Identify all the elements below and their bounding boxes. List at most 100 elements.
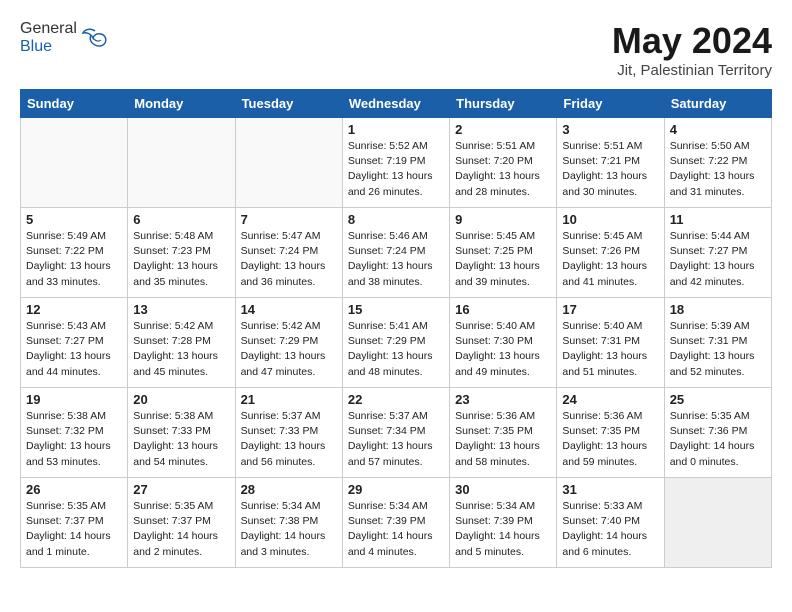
day-number: 20 [133, 392, 229, 407]
title-block: May 2024 Jit, Palestinian Territory [612, 20, 772, 79]
location-text: Jit, Palestinian Territory [612, 62, 772, 79]
calendar-body: 1 Sunrise: 5:52 AM Sunset: 7:19 PM Daylig… [21, 118, 772, 568]
weekday-header-row: SundayMondayTuesdayWednesdayThursdayFrid… [21, 90, 772, 118]
month-title: May 2024 [612, 20, 772, 62]
cell-info: Sunrise: 5:37 AM Sunset: 7:33 PM Dayligh… [241, 409, 337, 470]
calendar-week-row: 26Sunrise: 5:35 AM Sunset: 7:37 PM Dayli… [21, 478, 772, 568]
weekday-header-friday: Friday [557, 90, 664, 118]
calendar-cell: 16Sunrise: 5:40 AM Sunset: 7:30 PM Dayli… [450, 298, 557, 388]
day-number: 31 [562, 482, 658, 497]
cell-info: Sunrise: 5:40 AM Sunset: 7:31 PM Dayligh… [562, 319, 658, 380]
day-number: 15 [348, 302, 444, 317]
cell-info: Sunrise: 5:45 AM Sunset: 7:25 PM Dayligh… [455, 229, 551, 290]
cell-info: Sunrise: 5:39 AM Sunset: 7:31 PM Dayligh… [670, 319, 766, 380]
day-number: 25 [670, 392, 766, 407]
day-number: 21 [241, 392, 337, 407]
page-header: General Blue May 2024 Jit, Palestinian T… [20, 20, 772, 79]
calendar-cell: 19Sunrise: 5:38 AM Sunset: 7:32 PM Dayli… [21, 388, 128, 478]
cell-info: Sunrise: 5:33 AM Sunset: 7:40 PM Dayligh… [562, 499, 658, 560]
cell-info: Sunrise: 5:42 AM Sunset: 7:29 PM Dayligh… [241, 319, 337, 380]
cell-info: Sunrise: 5:36 AM Sunset: 7:35 PM Dayligh… [562, 409, 658, 470]
calendar-cell: 29 Sunrise: 5:34 AM Sunset: 7:39 PM Dayli… [342, 478, 449, 568]
cell-info: Sunrise: 5:47 AM Sunset: 7:24 PM Dayligh… [241, 229, 337, 290]
day-number: 18 [670, 302, 766, 317]
day-number: 22 [348, 392, 444, 407]
cell-info: Sunrise: 5:44 AM Sunset: 7:27 PM Dayligh… [670, 229, 766, 290]
calendar-cell [235, 118, 342, 208]
cell-info: Sunrise: 5:49 AM Sunset: 7:22 PM Dayligh… [26, 229, 122, 290]
calendar-cell: 28 Sunrise: 5:34 AM Sunset: 7:38 PM Dayli… [235, 478, 342, 568]
cell-info: Sunrise: 5:34 AM Sunset: 7:39 PM Dayligh… [455, 499, 551, 560]
calendar-cell: 6 Sunrise: 5:48 AM Sunset: 7:23 PM Daylig… [128, 208, 235, 298]
cell-info: Sunrise: 5:35 AM Sunset: 7:37 PM Dayligh… [133, 499, 229, 560]
calendar-cell: 12 Sunrise: 5:43 AM Sunset: 7:27 PM Dayli… [21, 298, 128, 388]
day-number: 30 [455, 482, 551, 497]
calendar-cell [664, 478, 771, 568]
cell-info: Sunrise: 5:48 AM Sunset: 7:23 PM Dayligh… [133, 229, 229, 290]
calendar-cell: 26Sunrise: 5:35 AM Sunset: 7:37 PM Dayli… [21, 478, 128, 568]
cell-info: Sunrise: 5:50 AM Sunset: 7:22 PM Dayligh… [670, 139, 766, 200]
calendar-cell: 9Sunrise: 5:45 AM Sunset: 7:25 PM Daylig… [450, 208, 557, 298]
day-number: 24 [562, 392, 658, 407]
cell-info: Sunrise: 5:34 AM Sunset: 7:39 PM Dayligh… [348, 499, 444, 560]
calendar-cell [21, 118, 128, 208]
day-number: 11 [670, 212, 766, 227]
cell-info: Sunrise: 5:38 AM Sunset: 7:32 PM Dayligh… [26, 409, 122, 470]
calendar-cell: 21 Sunrise: 5:37 AM Sunset: 7:33 PM Dayli… [235, 388, 342, 478]
calendar-cell [128, 118, 235, 208]
logo-bird-icon [81, 27, 109, 49]
weekday-header-tuesday: Tuesday [235, 90, 342, 118]
cell-info: Sunrise: 5:34 AM Sunset: 7:38 PM Dayligh… [241, 499, 337, 560]
cell-info: Sunrise: 5:52 AM Sunset: 7:19 PM Dayligh… [348, 139, 444, 200]
cell-info: Sunrise: 5:46 AM Sunset: 7:24 PM Dayligh… [348, 229, 444, 290]
calendar-cell: 8 Sunrise: 5:46 AM Sunset: 7:24 PM Daylig… [342, 208, 449, 298]
day-number: 4 [670, 122, 766, 137]
calendar-cell: 27Sunrise: 5:35 AM Sunset: 7:37 PM Dayli… [128, 478, 235, 568]
day-number: 8 [348, 212, 444, 227]
cell-info: Sunrise: 5:35 AM Sunset: 7:36 PM Dayligh… [670, 409, 766, 470]
calendar-week-row: 5 Sunrise: 5:49 AM Sunset: 7:22 PM Daylig… [21, 208, 772, 298]
calendar-table: SundayMondayTuesdayWednesdayThursdayFrid… [20, 89, 772, 568]
calendar-cell: 3Sunrise: 5:51 AM Sunset: 7:21 PM Daylig… [557, 118, 664, 208]
cell-info: Sunrise: 5:43 AM Sunset: 7:27 PM Dayligh… [26, 319, 122, 380]
weekday-header-thursday: Thursday [450, 90, 557, 118]
calendar-cell: 4 Sunrise: 5:50 AM Sunset: 7:22 PM Daylig… [664, 118, 771, 208]
logo: General Blue [20, 20, 109, 56]
day-number: 29 [348, 482, 444, 497]
calendar-week-row: 19Sunrise: 5:38 AM Sunset: 7:32 PM Dayli… [21, 388, 772, 478]
calendar-cell: 1 Sunrise: 5:52 AM Sunset: 7:19 PM Daylig… [342, 118, 449, 208]
calendar-cell: 7Sunrise: 5:47 AM Sunset: 7:24 PM Daylig… [235, 208, 342, 298]
calendar-cell: 14Sunrise: 5:42 AM Sunset: 7:29 PM Dayli… [235, 298, 342, 388]
cell-info: Sunrise: 5:45 AM Sunset: 7:26 PM Dayligh… [562, 229, 658, 290]
cell-info: Sunrise: 5:35 AM Sunset: 7:37 PM Dayligh… [26, 499, 122, 560]
calendar-cell: 11 Sunrise: 5:44 AM Sunset: 7:27 PM Dayli… [664, 208, 771, 298]
calendar-cell: 25 Sunrise: 5:35 AM Sunset: 7:36 PM Dayli… [664, 388, 771, 478]
calendar-cell: 17 Sunrise: 5:40 AM Sunset: 7:31 PM Dayli… [557, 298, 664, 388]
day-number: 6 [133, 212, 229, 227]
cell-info: Sunrise: 5:41 AM Sunset: 7:29 PM Dayligh… [348, 319, 444, 380]
calendar-week-row: 12 Sunrise: 5:43 AM Sunset: 7:27 PM Dayli… [21, 298, 772, 388]
calendar-cell: 23 Sunrise: 5:36 AM Sunset: 7:35 PM Dayli… [450, 388, 557, 478]
day-number: 17 [562, 302, 658, 317]
cell-info: Sunrise: 5:36 AM Sunset: 7:35 PM Dayligh… [455, 409, 551, 470]
cell-info: Sunrise: 5:40 AM Sunset: 7:30 PM Dayligh… [455, 319, 551, 380]
calendar-cell: 13 Sunrise: 5:42 AM Sunset: 7:28 PM Dayli… [128, 298, 235, 388]
calendar-cell: 15 Sunrise: 5:41 AM Sunset: 7:29 PM Dayli… [342, 298, 449, 388]
day-number: 13 [133, 302, 229, 317]
day-number: 12 [26, 302, 122, 317]
day-number: 5 [26, 212, 122, 227]
cell-info: Sunrise: 5:42 AM Sunset: 7:28 PM Dayligh… [133, 319, 229, 380]
calendar-cell: 31 Sunrise: 5:33 AM Sunset: 7:40 PM Dayli… [557, 478, 664, 568]
calendar-cell: 2Sunrise: 5:51 AM Sunset: 7:20 PM Daylig… [450, 118, 557, 208]
cell-info: Sunrise: 5:38 AM Sunset: 7:33 PM Dayligh… [133, 409, 229, 470]
calendar-cell: 24 Sunrise: 5:36 AM Sunset: 7:35 PM Dayli… [557, 388, 664, 478]
day-number: 1 [348, 122, 444, 137]
weekday-header-wednesday: Wednesday [342, 90, 449, 118]
day-number: 2 [455, 122, 551, 137]
calendar-cell: 18 Sunrise: 5:39 AM Sunset: 7:31 PM Dayli… [664, 298, 771, 388]
day-number: 23 [455, 392, 551, 407]
calendar-cell: 5 Sunrise: 5:49 AM Sunset: 7:22 PM Daylig… [21, 208, 128, 298]
day-number: 28 [241, 482, 337, 497]
weekday-header-saturday: Saturday [664, 90, 771, 118]
calendar-cell: 20 Sunrise: 5:38 AM Sunset: 7:33 PM Dayli… [128, 388, 235, 478]
